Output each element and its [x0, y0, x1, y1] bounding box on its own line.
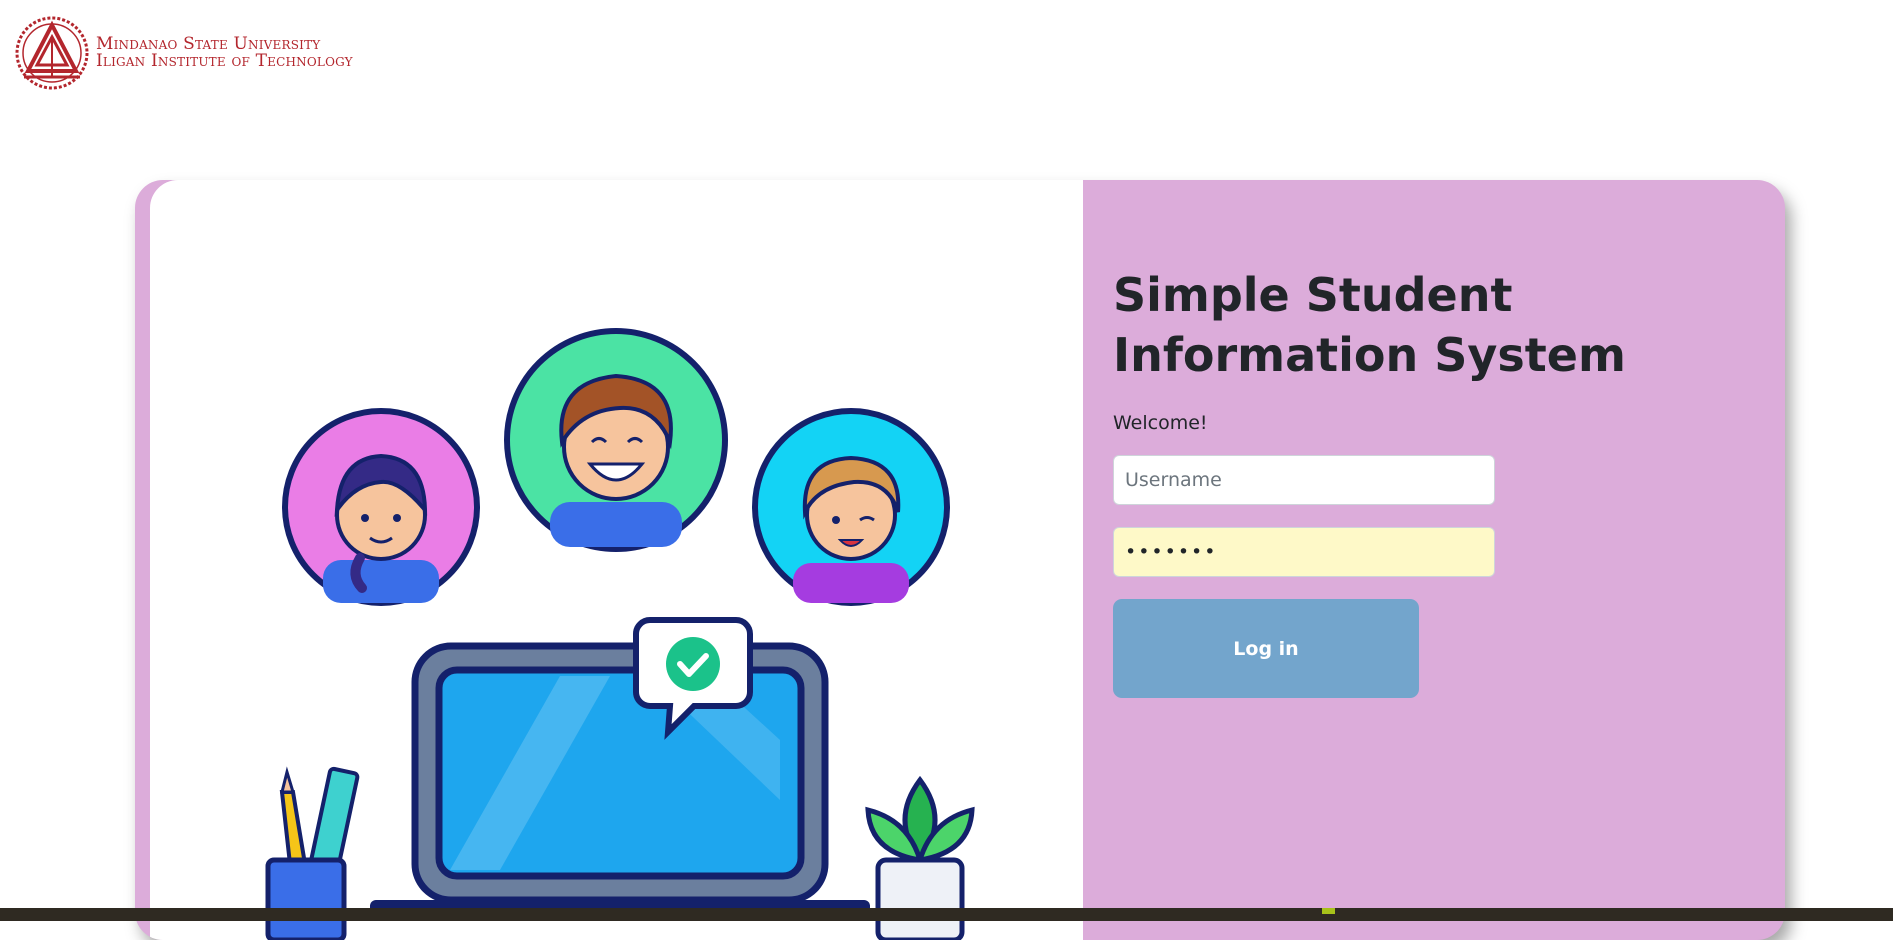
welcome-text: Welcome!: [1113, 412, 1208, 434]
avatar-boy-icon: [504, 328, 728, 552]
login-card: Simple Student Information System Welcom…: [135, 180, 1785, 940]
avatar-girl-icon: [282, 408, 480, 606]
username-input[interactable]: [1113, 455, 1495, 505]
password-input[interactable]: [1113, 527, 1495, 577]
avatar-kid-icon: [752, 408, 950, 606]
login-panel: Simple Student Information System Welcom…: [1083, 180, 1785, 940]
students-illustration: [265, 328, 975, 940]
university-logo[interactable]: Mindanao State University Iligan Institu…: [14, 15, 353, 91]
header: Mindanao State University Iligan Institu…: [0, 0, 1893, 100]
bottom-strip: [0, 908, 1893, 921]
illustration-panel: [150, 180, 1083, 940]
login-button[interactable]: Log in: [1113, 599, 1419, 698]
logo-text: Mindanao State University Iligan Institu…: [96, 36, 353, 70]
msu-iit-logo-icon: [15, 16, 89, 90]
page-title: Simple Student Information System: [1113, 268, 1626, 382]
strip-accent: [1322, 908, 1335, 914]
logo-line-institute: Iligan Institute of Technology: [96, 51, 353, 71]
laptop-icon: [370, 642, 870, 914]
